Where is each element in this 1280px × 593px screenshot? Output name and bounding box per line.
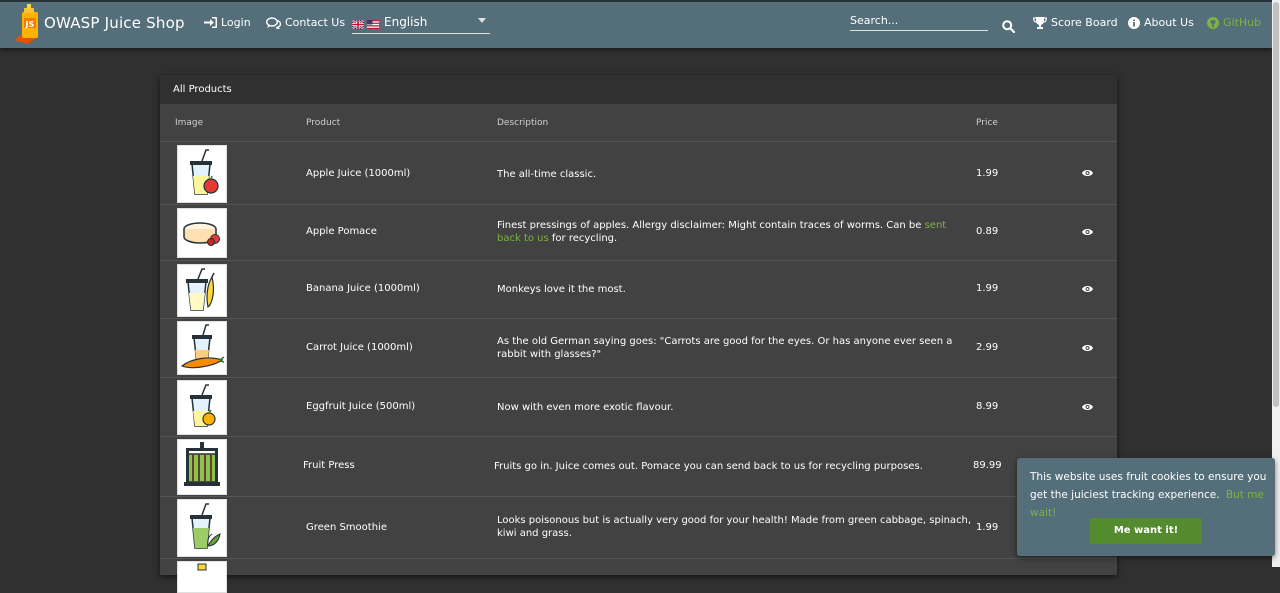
uk-flag-icon: [351, 18, 365, 30]
brand-title[interactable]: OWASP Juice Shop: [44, 14, 185, 32]
description-text: Finest pressings of apples. Allergy disc…: [497, 220, 925, 231]
login-button[interactable]: Login: [204, 16, 251, 29]
table-row[interactable]: [160, 559, 1117, 593]
product-price: 0.89: [976, 226, 999, 237]
contact-us-button[interactable]: Contact Us: [266, 16, 345, 29]
product-image-partial[interactable]: [177, 561, 227, 593]
top-navigation-bar: JS OWASP Juice Shop Login Contact Us Eng…: [0, 0, 1272, 48]
about-us-label: About Us: [1144, 16, 1194, 29]
trophy-icon: [1033, 16, 1047, 29]
eye-icon[interactable]: [1082, 344, 1093, 355]
contact-us-label: Contact Us: [285, 16, 346, 29]
language-select[interactable]: English: [351, 11, 490, 34]
score-board-label: Score Board: [1051, 16, 1118, 29]
product-description: Now with even more exotic flavour.: [497, 402, 674, 413]
search-input[interactable]: [850, 14, 988, 27]
apple-juice-icon[interactable]: [177, 145, 227, 203]
eye-icon[interactable]: [1082, 403, 1093, 414]
about-us-button[interactable]: About Us: [1128, 16, 1194, 29]
table-row[interactable]: Green Smoothie Looks poisonous but is ac…: [160, 497, 1117, 559]
product-description: Monkeys love it the most.: [497, 284, 626, 295]
product-price: 1.99: [976, 522, 999, 533]
product-description: Finest pressings of apples. Allergy disc…: [497, 219, 973, 245]
scrollbar-thumb[interactable]: [1273, 2, 1279, 407]
product-name: Banana Juice (1000ml): [306, 283, 420, 294]
product-name: Fruit Press: [303, 460, 355, 471]
carrot-juice-icon[interactable]: [177, 321, 227, 375]
product-description: As the old German saying goes: "Carrots …: [497, 336, 953, 360]
column-header-image: Image: [175, 118, 204, 128]
table-header: Image Product Description Price: [160, 104, 1117, 142]
juice-shop-logo-icon[interactable]: JS: [10, 4, 46, 44]
search-field[interactable]: [850, 14, 988, 31]
product-name: Green Smoothie: [306, 522, 387, 533]
product-price: 89.99: [973, 460, 1002, 471]
column-header-product[interactable]: Product: [306, 118, 340, 128]
table-row[interactable]: Apple Pomace Finest pressings of apples.…: [160, 205, 1117, 261]
apple-pomace-icon[interactable]: [177, 208, 227, 258]
fruit-press-icon[interactable]: [177, 439, 227, 495]
product-price: 8.99: [976, 401, 999, 412]
cookie-consent-banner: This website uses fruit cookies to ensur…: [1017, 458, 1275, 556]
product-price: 1.99: [976, 283, 999, 294]
description-text-end: for recycling.: [548, 233, 618, 244]
svg-text:JS: JS: [25, 20, 35, 29]
cookie-message: This website uses fruit cookies to ensur…: [1030, 468, 1270, 522]
chevron-down-icon: [478, 18, 486, 23]
green-smoothie-icon[interactable]: [177, 499, 227, 557]
column-header-description: Description: [497, 118, 549, 128]
product-description: Looks poisonous but is actually very goo…: [497, 515, 972, 539]
eye-icon[interactable]: [1082, 285, 1093, 296]
product-name: Eggfruit Juice (500ml): [306, 401, 416, 412]
comments-icon: [266, 16, 281, 29]
banana-juice-icon[interactable]: [177, 264, 227, 317]
eye-icon[interactable]: [1082, 228, 1093, 239]
language-value: English: [384, 15, 428, 29]
eye-icon[interactable]: [1082, 169, 1093, 180]
github-icon: [1207, 16, 1219, 29]
github-label: GitHub: [1223, 16, 1262, 29]
table-row[interactable]: Fruit Press Fruits go in. Juice comes ou…: [160, 437, 1117, 497]
cookie-accept-button[interactable]: Me want it!: [1090, 518, 1202, 544]
all-products-table: All Products Image Product Description P…: [160, 75, 1117, 593]
product-name: Carrot Juice (1000ml): [306, 342, 413, 353]
product-description: Fruits go in. Juice comes out. Pomace yo…: [494, 461, 923, 472]
info-circle-icon: [1128, 16, 1140, 29]
table-row[interactable]: Apple Juice (1000ml) The all-time classi…: [160, 142, 1117, 205]
table-row[interactable]: Carrot Juice (1000ml) As the old German …: [160, 319, 1117, 378]
sign-in-icon: [204, 17, 217, 28]
product-price: 1.99: [976, 168, 999, 179]
product-name: Apple Juice (1000ml): [306, 168, 411, 179]
search-icon[interactable]: [1002, 18, 1016, 37]
product-price: 2.99: [976, 342, 999, 353]
table-row[interactable]: Eggfruit Juice (500ml) Now with even mor…: [160, 378, 1117, 437]
table-title: All Products: [160, 75, 1117, 104]
table-row[interactable]: Banana Juice (1000ml) Monkeys love it th…: [160, 261, 1117, 319]
github-button[interactable]: GitHub: [1207, 16, 1261, 29]
column-header-price[interactable]: Price: [976, 118, 998, 128]
eggfruit-juice-icon[interactable]: [177, 380, 227, 435]
product-description: The all-time classic.: [497, 169, 597, 180]
login-label: Login: [221, 16, 251, 29]
product-name: Apple Pomace: [306, 226, 377, 237]
score-board-button[interactable]: Score Board: [1033, 16, 1118, 29]
us-flag-icon: [367, 18, 379, 29]
